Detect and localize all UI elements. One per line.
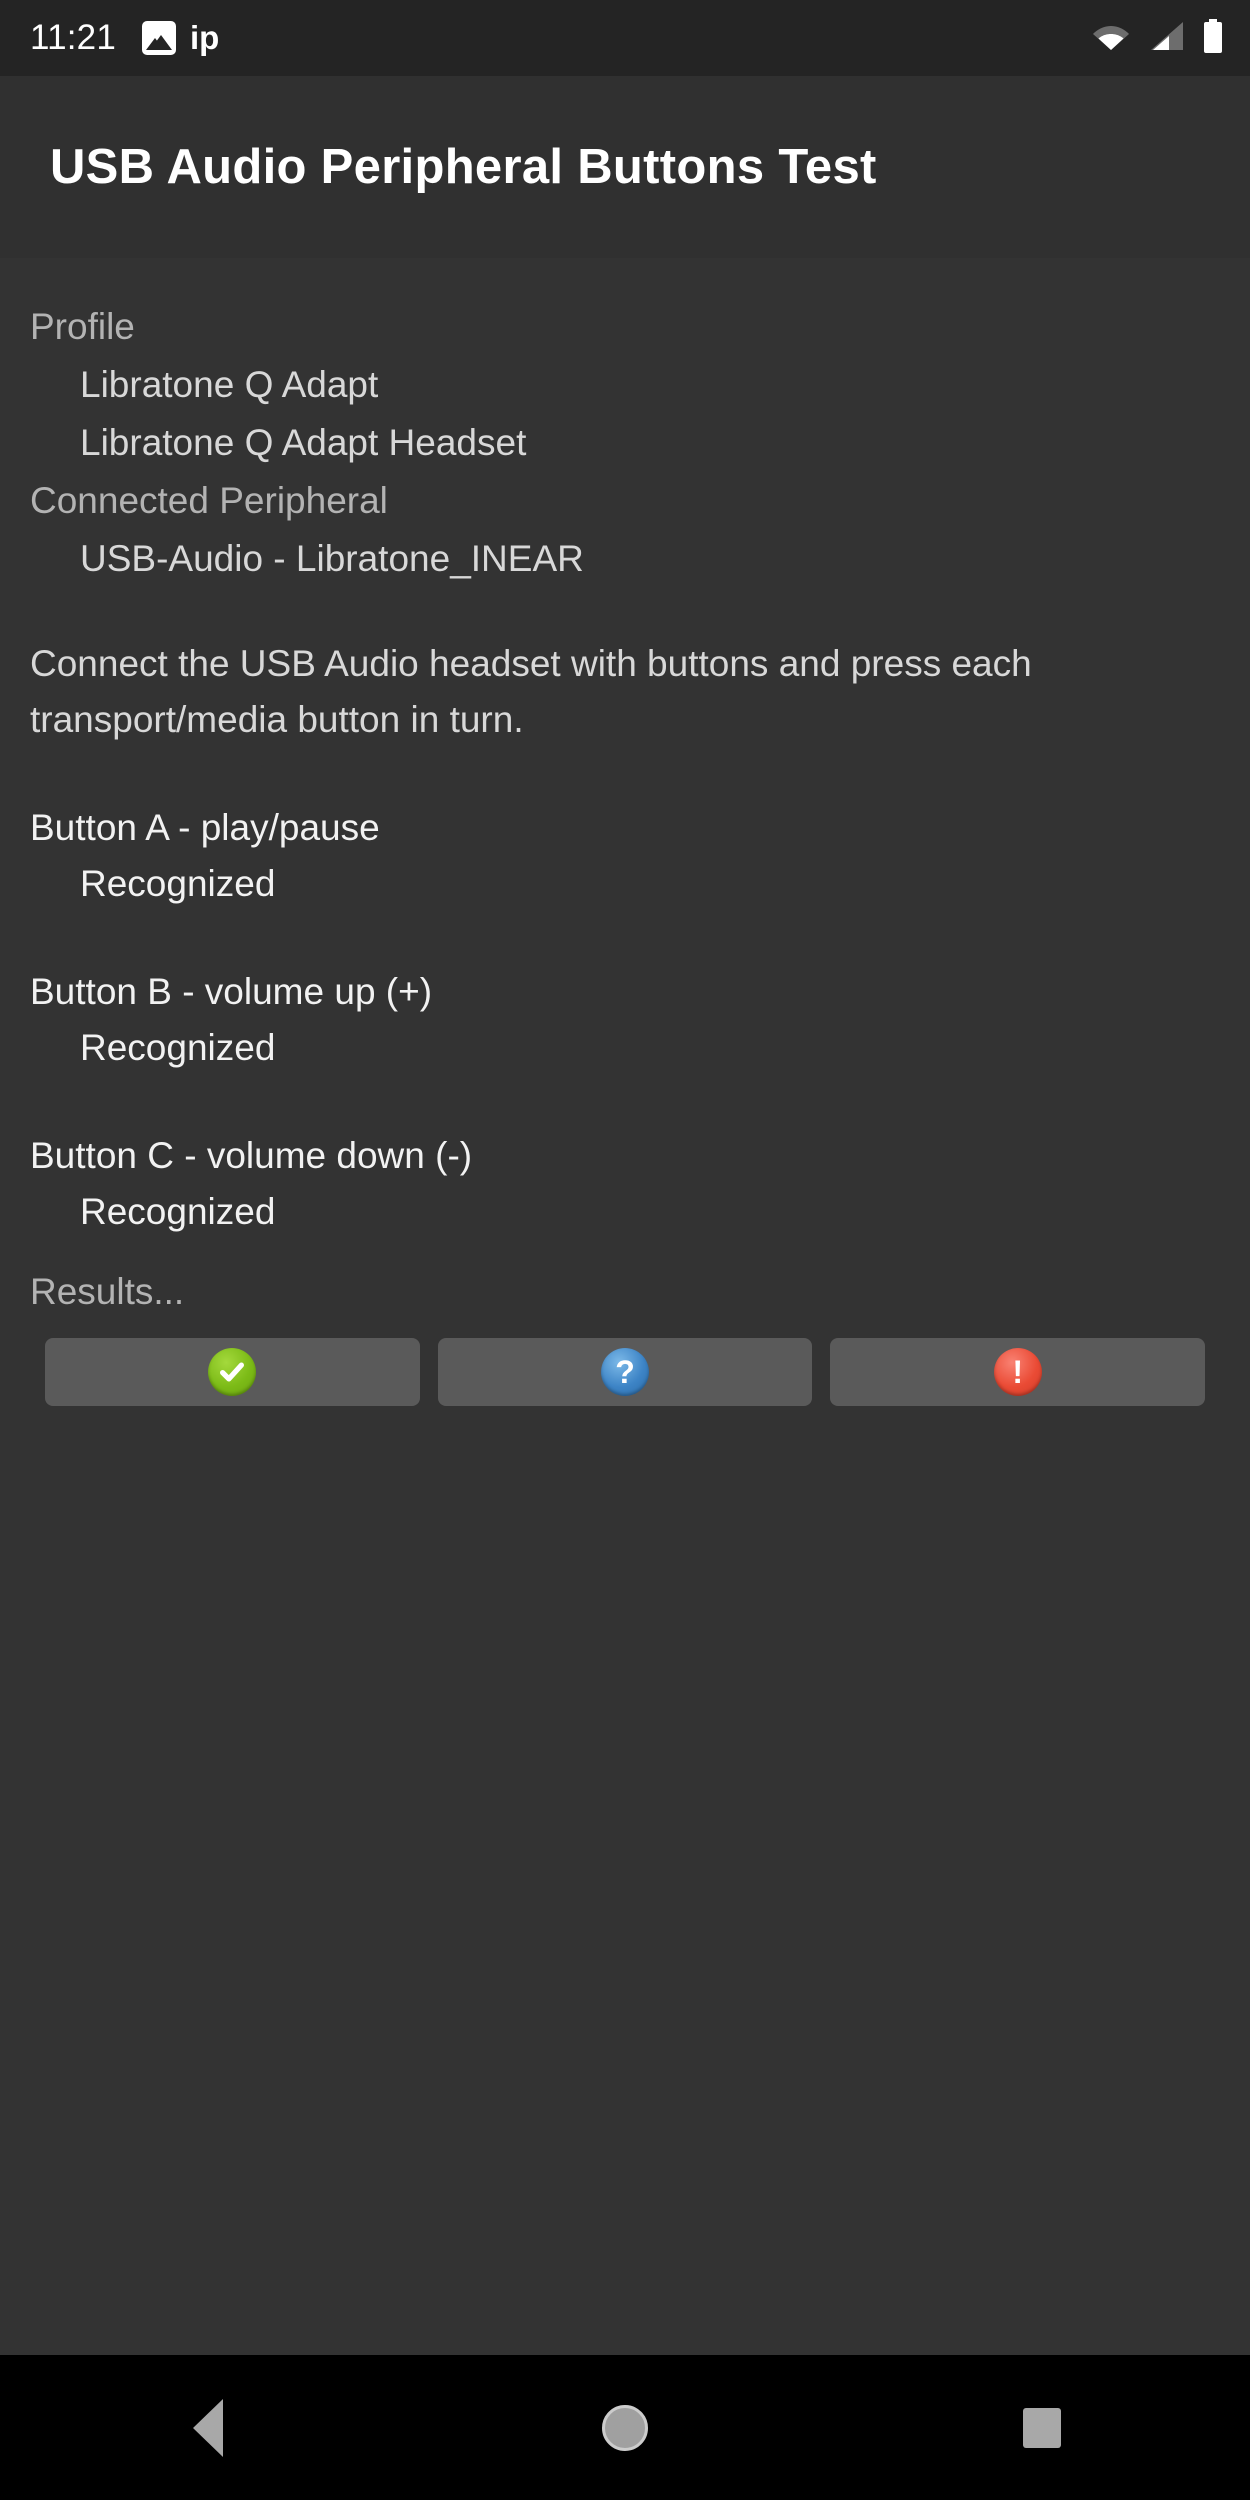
system-navigation-bar <box>0 2355 1250 2500</box>
home-circle-icon <box>601 2404 648 2451</box>
status-clock: 11:21 <box>30 18 116 57</box>
connected-peripheral-value: USB-Audio - Libratone_INEAR <box>80 538 584 579</box>
back-triangle-icon <box>193 2398 224 2457</box>
pass-button[interactable] <box>45 1338 420 1406</box>
status-notification-label: ip <box>190 19 220 56</box>
page-title: USB Audio Peripheral Buttons Test <box>50 140 877 194</box>
connected-peripheral-label: Connected Peripheral <box>30 480 388 521</box>
recents-button[interactable] <box>952 2355 1132 2500</box>
recents-square-icon <box>1022 2407 1061 2448</box>
phone-screen: 11:21 ip USB Audio Peripheral Buttons Te… <box>0 0 1250 2500</box>
test-c-title: Button C - volume down (-) <box>30 1135 473 1176</box>
test-b-title: Button B - volume up (+) <box>30 971 433 1012</box>
results-button-row: ? ! <box>30 1338 1220 1406</box>
back-button[interactable] <box>118 2355 298 2500</box>
test-c-status: Recognized <box>80 1191 276 1232</box>
home-button[interactable] <box>535 2355 715 2500</box>
info-button[interactable]: ? <box>437 1338 813 1406</box>
profile-label: Profile <box>30 306 135 347</box>
profile-value-primary: Libratone Q Adapt <box>80 364 379 405</box>
status-bar: 11:21 ip <box>0 0 1250 76</box>
status-notification-icons: ip <box>142 19 219 57</box>
cellular-signal-icon <box>1147 21 1185 56</box>
instructions-text: Connect the USB Audio headset with butto… <box>30 643 1032 740</box>
main-content: Profile Libratone Q Adapt Libratone Q Ad… <box>0 258 1250 2355</box>
image-icon <box>142 21 176 55</box>
question-icon: ? <box>601 1348 649 1396</box>
status-system-icons <box>1092 18 1224 58</box>
profile-value-secondary: Libratone Q Adapt Headset <box>80 422 527 463</box>
test-a-title: Button A - play/pause <box>30 807 380 848</box>
exclamation-icon: ! <box>993 1348 1042 1396</box>
results-label: Results... <box>30 1271 185 1312</box>
app-title-bar: USB Audio Peripheral Buttons Test <box>0 76 1250 258</box>
test-b-status: Recognized <box>80 1027 276 1068</box>
check-icon <box>208 1348 257 1396</box>
fail-button[interactable]: ! <box>830 1338 1206 1406</box>
test-a-status: Recognized <box>80 863 276 904</box>
wifi-icon <box>1092 21 1130 56</box>
battery-full-icon <box>1202 18 1224 58</box>
